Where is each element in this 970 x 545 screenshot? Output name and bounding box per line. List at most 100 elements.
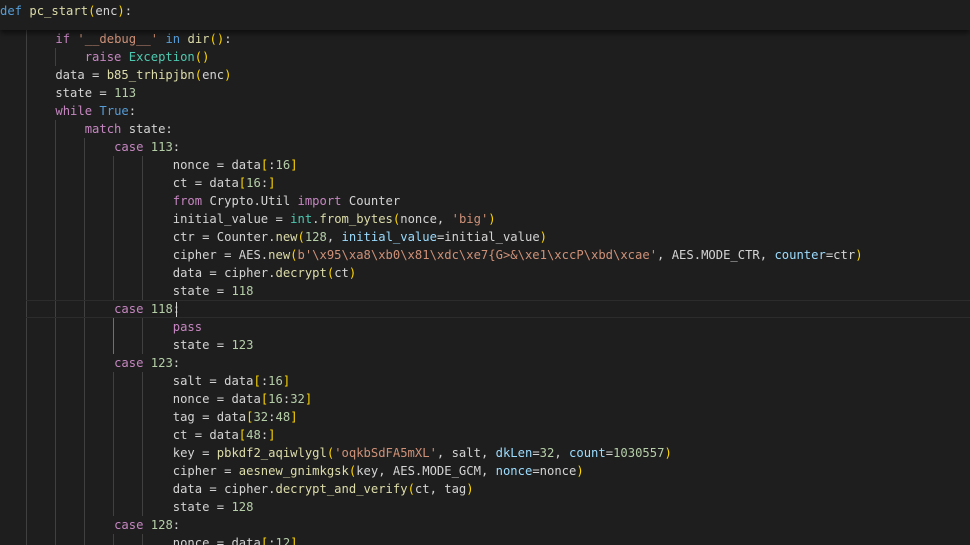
code-string: b'\x95\xa8\xb0\x81\xdc\xe7{G>&\xe1\xccP\… bbox=[297, 248, 658, 262]
code-number: 48 bbox=[246, 428, 261, 442]
code-line[interactable]: nonce = data[16:32] bbox=[26, 390, 312, 408]
code-builtin-keyword: in bbox=[165, 32, 181, 46]
code-number: 16 bbox=[275, 158, 291, 172]
code-keyword: if bbox=[55, 32, 71, 46]
code-line[interactable]: state = 113 bbox=[26, 84, 136, 102]
code-text: key = bbox=[26, 446, 217, 460]
code-line[interactable]: data = cipher.decrypt(ct) bbox=[26, 264, 357, 282]
code-text: state: bbox=[121, 122, 173, 136]
code-text: = bbox=[605, 446, 614, 460]
code-line[interactable]: state = 123 bbox=[26, 336, 254, 354]
code-line[interactable]: from Crypto.Util import Counter bbox=[26, 192, 400, 210]
code-text: state = bbox=[26, 86, 115, 100]
code-text: , AES.MODE_CTR, bbox=[657, 248, 775, 262]
code-keyword: from bbox=[172, 194, 203, 208]
code-number: 32 bbox=[290, 392, 305, 406]
code-bracket: ) bbox=[466, 482, 474, 496]
code-line[interactable]: case 128: bbox=[26, 516, 180, 534]
code-text: state = bbox=[26, 500, 232, 514]
code-number: 12 bbox=[275, 536, 291, 545]
code-text: ct, tag bbox=[414, 482, 467, 496]
code-keyword-argument: counter bbox=[774, 248, 826, 262]
code-text: data = cipher. bbox=[26, 482, 276, 496]
code-line[interactable]: ctr = Counter.new(128, initial_value=ini… bbox=[26, 228, 547, 246]
code-number: 118 bbox=[231, 284, 254, 298]
code-line[interactable]: state = 118 bbox=[26, 282, 254, 300]
code-function-name: dir bbox=[187, 32, 210, 46]
code-line[interactable]: data = cipher.decrypt_and_verify(ct, tag… bbox=[26, 480, 474, 498]
code-text: : bbox=[172, 140, 181, 154]
code-text: ct = data bbox=[26, 176, 239, 190]
code-line[interactable]: nonce = data[:12] bbox=[26, 534, 298, 545]
code-text: key, AES.MODE_GCM, bbox=[356, 464, 496, 478]
code-line[interactable]: raise Exception() bbox=[26, 48, 210, 66]
code-text: nonce = data bbox=[26, 158, 261, 172]
code-line[interactable]: key = pbkdf2_aqiwlygl('oqkbSdFA5mXL', sa… bbox=[26, 444, 672, 462]
code-text: : bbox=[172, 518, 181, 532]
code-text: salt = data bbox=[26, 374, 254, 388]
code-text: enc bbox=[95, 4, 118, 18]
code-line[interactable]: ct = data[16:] bbox=[26, 174, 276, 192]
code-text: , salt, bbox=[436, 446, 496, 460]
code-text: data = cipher. bbox=[26, 266, 276, 280]
code-keyword: match bbox=[84, 122, 122, 136]
code-line[interactable]: pass bbox=[26, 318, 202, 336]
code-class-name: Exception bbox=[128, 50, 195, 64]
code-class-name: int bbox=[290, 212, 313, 226]
code-line[interactable]: case 113: bbox=[26, 138, 180, 156]
code-text: : bbox=[268, 536, 276, 545]
sticky-function-definition[interactable]: def pc_start(enc): bbox=[0, 2, 132, 20]
code-line[interactable]: state = 128 bbox=[26, 498, 254, 516]
code-bracket: ( bbox=[290, 248, 298, 262]
code-number: 113 bbox=[150, 140, 173, 154]
code-line[interactable]: initial_value = int.from_bytes(nonce, 'b… bbox=[26, 210, 496, 228]
code-text: , bbox=[554, 446, 570, 460]
code-number: 128 bbox=[150, 518, 173, 532]
code-line[interactable]: case 118: bbox=[26, 300, 180, 318]
code-bracket: ] bbox=[290, 158, 298, 172]
code-line[interactable]: salt = data[:16] bbox=[26, 372, 290, 390]
code-text: Counter bbox=[341, 194, 401, 208]
code-bracket: [ bbox=[253, 374, 261, 388]
code-number: 32 bbox=[253, 410, 269, 424]
code-editor[interactable]: except Exception: if '__debug__' in dir(… bbox=[0, 0, 970, 545]
code-text: : bbox=[128, 104, 137, 118]
code-line[interactable]: cipher = aesnew_gnimkgsk(key, AES.MODE_G… bbox=[26, 462, 584, 480]
code-bracket: ] bbox=[290, 536, 298, 545]
code-text: =initial_value bbox=[436, 230, 540, 244]
code-text: ctr = Counter. bbox=[26, 230, 276, 244]
code-line[interactable]: ct = data[48:] bbox=[26, 426, 276, 444]
code-function-name: pc_start bbox=[29, 4, 89, 18]
sticky-scroll-header[interactable]: def pc_start(enc): bbox=[0, 0, 970, 30]
code-line[interactable]: if '__debug__' in dir(): bbox=[26, 30, 231, 48]
code-bracket: () bbox=[209, 32, 225, 46]
code-function-name: decrypt_and_verify bbox=[275, 482, 408, 496]
code-number: 128 bbox=[231, 500, 254, 514]
code-line[interactable]: case 123: bbox=[26, 354, 180, 372]
code-line[interactable]: nonce = data[:16] bbox=[26, 156, 298, 174]
code-bracket: () bbox=[194, 50, 210, 64]
code-text: cipher = bbox=[26, 464, 239, 478]
code-keyword: case bbox=[114, 140, 144, 154]
code-line[interactable]: match state: bbox=[26, 120, 173, 138]
code-keyword: case bbox=[114, 356, 144, 370]
code-function-name: new bbox=[268, 248, 291, 262]
code-line[interactable]: while True: bbox=[26, 102, 136, 120]
code-line[interactable]: data = b85_trhipjbn(enc) bbox=[26, 66, 231, 84]
code-number: 1030557 bbox=[613, 446, 665, 460]
code-text: tag = data bbox=[26, 410, 247, 424]
code-text: = bbox=[532, 446, 540, 460]
code-line[interactable]: cipher = AES.new(b'\x95\xa8\xb0\x81\xdc\… bbox=[26, 246, 863, 264]
code-text: ct bbox=[334, 266, 349, 280]
code-text: enc bbox=[202, 68, 225, 82]
code-string: 'big' bbox=[451, 212, 489, 226]
code-builtin-keyword: def bbox=[0, 4, 23, 18]
code-text: . bbox=[312, 212, 320, 226]
code-line[interactable]: tag = data[32:48] bbox=[26, 408, 298, 426]
